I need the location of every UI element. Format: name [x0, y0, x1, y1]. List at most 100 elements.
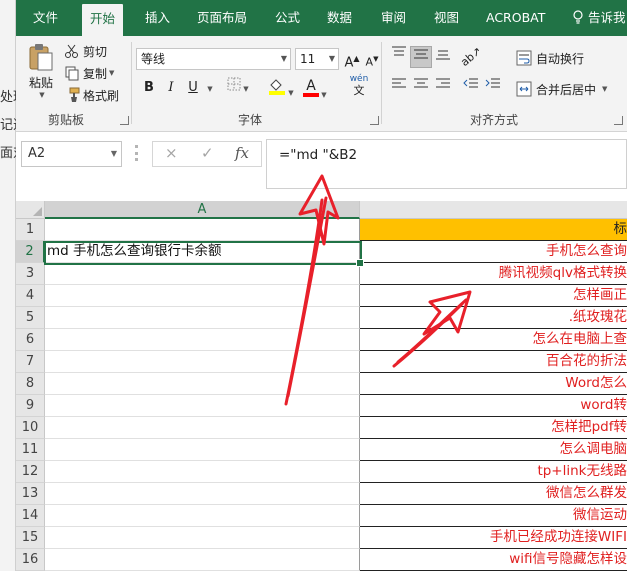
cell-a[interactable]	[45, 329, 360, 351]
tab-view[interactable]: 视图	[434, 0, 459, 36]
cell-b[interactable]: 怎么在电脑上查	[360, 329, 627, 351]
copy-button[interactable]: 复制 ▼	[64, 63, 114, 83]
row-header[interactable]: 2	[16, 241, 45, 263]
font-color-button[interactable]: A ▼	[300, 77, 330, 99]
tab-review[interactable]: 审阅	[381, 0, 406, 36]
dialog-launcher-icon[interactable]	[120, 116, 129, 125]
background-text: 处理	[0, 90, 16, 105]
row-header[interactable]: 3	[16, 263, 45, 285]
row-header[interactable]: 10	[16, 417, 45, 439]
borders-button[interactable]: ▼	[224, 77, 252, 99]
shrink-font-button[interactable]: A▼	[361, 48, 383, 70]
underline-button[interactable]: U	[182, 77, 204, 99]
cell-b[interactable]: .纸玫瑰花	[360, 307, 627, 329]
cell-a[interactable]	[45, 395, 360, 417]
merge-center-button[interactable]: 合并后居中 ▼	[516, 79, 607, 99]
column-header-b[interactable]	[360, 201, 627, 219]
align-middle-button[interactable]	[410, 46, 432, 68]
row-header[interactable]: 16	[16, 549, 45, 571]
cell-b[interactable]: 微信怎么群发	[360, 483, 627, 505]
bold-button[interactable]: B	[138, 77, 160, 99]
cell-a[interactable]	[45, 527, 360, 549]
row-header[interactable]: 6	[16, 329, 45, 351]
cell-b[interactable]: 微信运动	[360, 505, 627, 527]
row-header[interactable]: 4	[16, 285, 45, 307]
dialog-launcher-icon[interactable]	[614, 116, 623, 125]
formula-input[interactable]: ="md "&B2	[266, 139, 627, 189]
italic-button[interactable]: I	[160, 77, 182, 99]
cell-b[interactable]: 手机已经成功连接WIFI	[360, 527, 627, 549]
paste-button[interactable]: 粘贴 ▼	[24, 42, 58, 100]
cell-b[interactable]: word转	[360, 395, 627, 417]
row-header[interactable]: 13	[16, 483, 45, 505]
phonetic-guide-button[interactable]: wén 文	[342, 74, 376, 100]
cancel-icon[interactable]: ×	[165, 144, 178, 162]
underline-dropdown[interactable]: ▼	[202, 77, 216, 99]
row-header[interactable]: 15	[16, 527, 45, 549]
cell-a[interactable]	[45, 461, 360, 483]
tab-tell-me[interactable]: 告诉我	[572, 0, 626, 36]
cell-b[interactable]: Word怎么	[360, 373, 627, 395]
fill-color-button[interactable]: ▼	[266, 77, 296, 99]
format-painter-button[interactable]: 格式刷	[64, 85, 119, 105]
row-header[interactable]: 1	[16, 219, 45, 241]
align-bottom-button[interactable]	[432, 46, 454, 68]
cell-b[interactable]: 手机怎么查询	[360, 241, 627, 263]
increase-indent-button[interactable]	[482, 77, 504, 99]
cut-button[interactable]: 剪切	[64, 41, 107, 61]
tab-data[interactable]: 数据	[327, 0, 352, 36]
cell-a[interactable]	[45, 263, 360, 285]
font-name-dropdown[interactable]: 等线 ▼	[136, 48, 291, 70]
tab-home[interactable]: 开始	[82, 4, 124, 36]
column-header-a[interactable]: A	[45, 201, 360, 219]
align-right-button[interactable]	[432, 77, 454, 99]
dialog-launcher-icon[interactable]	[370, 116, 379, 125]
cell-b[interactable]: 怎样画正	[360, 285, 627, 307]
background-text: 记选	[0, 118, 16, 133]
cell-b[interactable]: 腾讯视频qlv格式转换	[360, 263, 627, 285]
tab-insert[interactable]: 插入	[145, 0, 170, 36]
cell-b[interactable]: tp+link无线路	[360, 461, 627, 483]
row-header[interactable]: 11	[16, 439, 45, 461]
row-header[interactable]: 12	[16, 461, 45, 483]
tab-page-layout[interactable]: 页面布局	[197, 0, 247, 36]
formula-bar-grip[interactable]	[135, 145, 138, 161]
grow-font-button[interactable]: A▲	[341, 48, 363, 70]
align-left-button[interactable]	[388, 77, 410, 99]
cell-a[interactable]	[45, 373, 360, 395]
cell-a[interactable]	[45, 417, 360, 439]
orientation-button[interactable]: ab↗	[456, 44, 486, 69]
cell-b[interactable]: wifi信号隐藏怎样设	[360, 549, 627, 571]
tab-acrobat[interactable]: ACROBAT	[486, 0, 545, 36]
cell-a[interactable]	[45, 549, 360, 571]
cell-b[interactable]: 怎么调电脑	[360, 439, 627, 461]
tab-file[interactable]: 文件	[33, 0, 58, 36]
row-header[interactable]: 8	[16, 373, 45, 395]
cell-a[interactable]	[45, 483, 360, 505]
cell-a[interactable]	[45, 219, 360, 241]
select-all-corner[interactable]	[16, 201, 45, 219]
row-header[interactable]: 5	[16, 307, 45, 329]
row-header[interactable]: 14	[16, 505, 45, 527]
row-header[interactable]: 7	[16, 351, 45, 373]
decrease-indent-button[interactable]	[460, 77, 482, 99]
align-top-button[interactable]	[388, 46, 410, 68]
row-header[interactable]: 9	[16, 395, 45, 417]
enter-icon[interactable]: ✓	[201, 144, 214, 162]
align-center-button[interactable]	[410, 77, 432, 99]
cell-a[interactable]	[45, 505, 360, 527]
cell-a[interactable]: md 手机怎么查询银行卡余额	[45, 241, 360, 263]
wrap-text-button[interactable]: 自动换行	[516, 48, 584, 68]
cell-a[interactable]	[45, 307, 360, 329]
cell-b[interactable]: 怎样把pdf转	[360, 417, 627, 439]
insert-function-icon[interactable]: fx	[235, 144, 249, 162]
cell-a[interactable]	[45, 439, 360, 461]
cell-b[interactable]: 百合花的折法	[360, 351, 627, 373]
cell-b[interactable]: 标	[360, 219, 627, 241]
tab-formulas[interactable]: 公式	[275, 0, 300, 36]
name-box[interactable]: A2 ▼	[21, 141, 122, 167]
font-size-dropdown[interactable]: 11 ▼	[295, 48, 339, 70]
cell-a[interactable]	[45, 285, 360, 307]
cell-a[interactable]	[45, 351, 360, 373]
worksheet-grid[interactable]: A 1 标 2 md 手机怎么查询银行卡余额 手机怎么查询 3 腾讯视频qlv格式转换 4 怎样…	[16, 201, 627, 571]
